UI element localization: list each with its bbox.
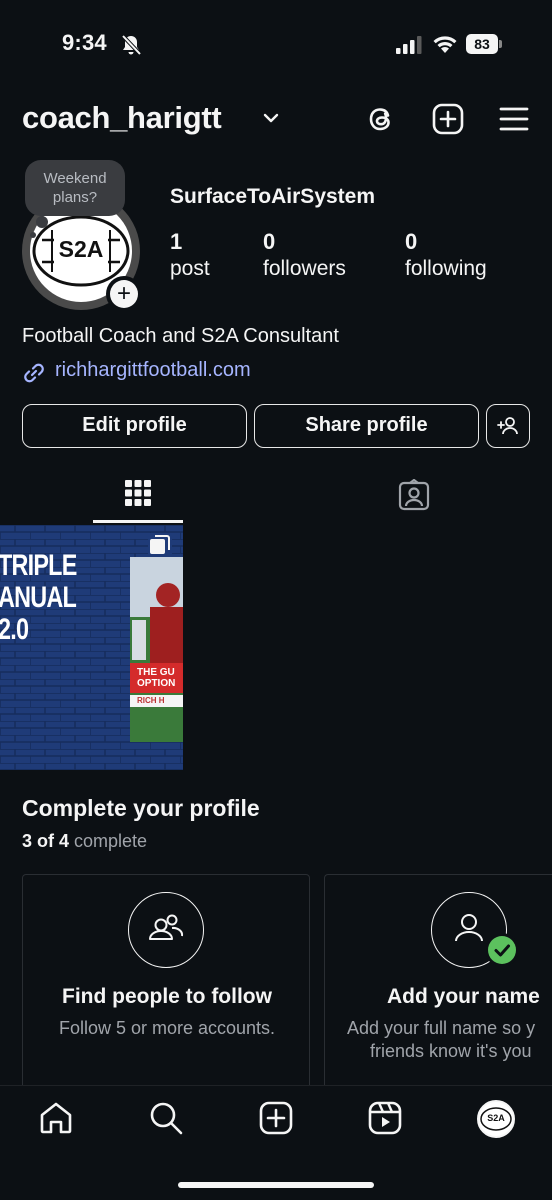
username-switcher[interactable]: coach_harigtt: [22, 100, 222, 136]
complete-profile-progress: 3 of 4 complete: [22, 831, 147, 852]
progress-count: 3 of 4: [22, 831, 70, 851]
find-people-card[interactable]: Find people to follow Follow 5 or more a…: [22, 874, 310, 1104]
book-line-1: THE GU: [137, 667, 175, 678]
edit-profile-button[interactable]: Edit profile: [22, 404, 247, 448]
home-icon[interactable]: [38, 1100, 74, 1136]
signal-icon: [396, 36, 422, 54]
reels-icon[interactable]: [367, 1100, 403, 1136]
tagged-tab-icon[interactable]: [398, 479, 430, 511]
chevron-down-icon[interactable]: [263, 112, 279, 124]
multi-photo-icon: [150, 535, 170, 554]
bell-slash-icon: [121, 34, 142, 56]
following-count[interactable]: 0: [405, 229, 417, 255]
post-title-line-3: 2.0: [0, 613, 29, 646]
add-name-title: Add your name: [387, 985, 540, 1008]
wifi-icon: [433, 36, 457, 53]
battery-level: 83: [466, 34, 498, 54]
complete-profile-title: Complete your profile: [22, 795, 260, 821]
website-link[interactable]: richhargittfootball.com: [55, 359, 251, 382]
post-thumbnail[interactable]: TRIPLE ANUAL 2.0 THE GU OPTION RICH H: [0, 525, 183, 770]
plus-icon: +: [110, 280, 138, 308]
search-icon[interactable]: [148, 1100, 184, 1136]
create-post-icon[interactable]: [431, 102, 465, 136]
discover-people-button[interactable]: [486, 404, 530, 448]
post-title-line-1: TRIPLE: [0, 549, 77, 582]
add-name-desc-line-1: Add your full name so y: [347, 1018, 536, 1038]
book-line-3: RICH H: [137, 696, 165, 705]
completed-check-icon: [485, 933, 519, 967]
status-time: 9:34: [62, 30, 107, 55]
posts-label[interactable]: post: [170, 257, 210, 281]
add-person-icon: [497, 417, 518, 435]
new-post-icon[interactable]: [258, 1100, 294, 1136]
profile-tab-logo-text: S2A: [487, 1113, 505, 1123]
find-people-title: Find people to follow: [62, 985, 272, 1008]
share-profile-button[interactable]: Share profile: [254, 404, 479, 448]
add-name-desc-line-2: friends know it's you: [370, 1041, 532, 1061]
profile-tab-avatar[interactable]: S2A: [477, 1100, 515, 1138]
followers-label[interactable]: followers: [263, 257, 346, 281]
add-name-card[interactable]: Add your name Add your full name so y fr…: [324, 874, 552, 1104]
home-indicator: [178, 1182, 374, 1188]
post-title-line-2: ANUAL: [0, 581, 77, 614]
progress-label: complete: [74, 831, 148, 851]
followers-count[interactable]: 0: [263, 229, 275, 255]
battery-indicator: 83: [466, 34, 502, 54]
people-icon: [148, 914, 183, 940]
book-line-2: OPTION: [137, 678, 176, 689]
note-bubble[interactable]: Weekend plans?: [25, 160, 125, 216]
posts-count[interactable]: 1: [170, 229, 182, 255]
avatar-logo-text: S2A: [58, 236, 104, 262]
people-icon-circle: [128, 892, 204, 968]
bio-text: Football Coach and S2A Consultant: [22, 325, 339, 347]
grid-tab-icon[interactable]: [124, 479, 152, 507]
add-story-button[interactable]: +: [106, 276, 142, 312]
following-label[interactable]: following: [405, 257, 487, 281]
menu-icon[interactable]: [497, 102, 531, 136]
active-tab-indicator: [93, 520, 183, 523]
link-icon: [24, 363, 44, 383]
threads-icon[interactable]: [364, 102, 398, 136]
find-people-desc: Follow 5 or more accounts.: [58, 1018, 276, 1038]
display-name: SurfaceToAirSystem: [170, 185, 376, 208]
